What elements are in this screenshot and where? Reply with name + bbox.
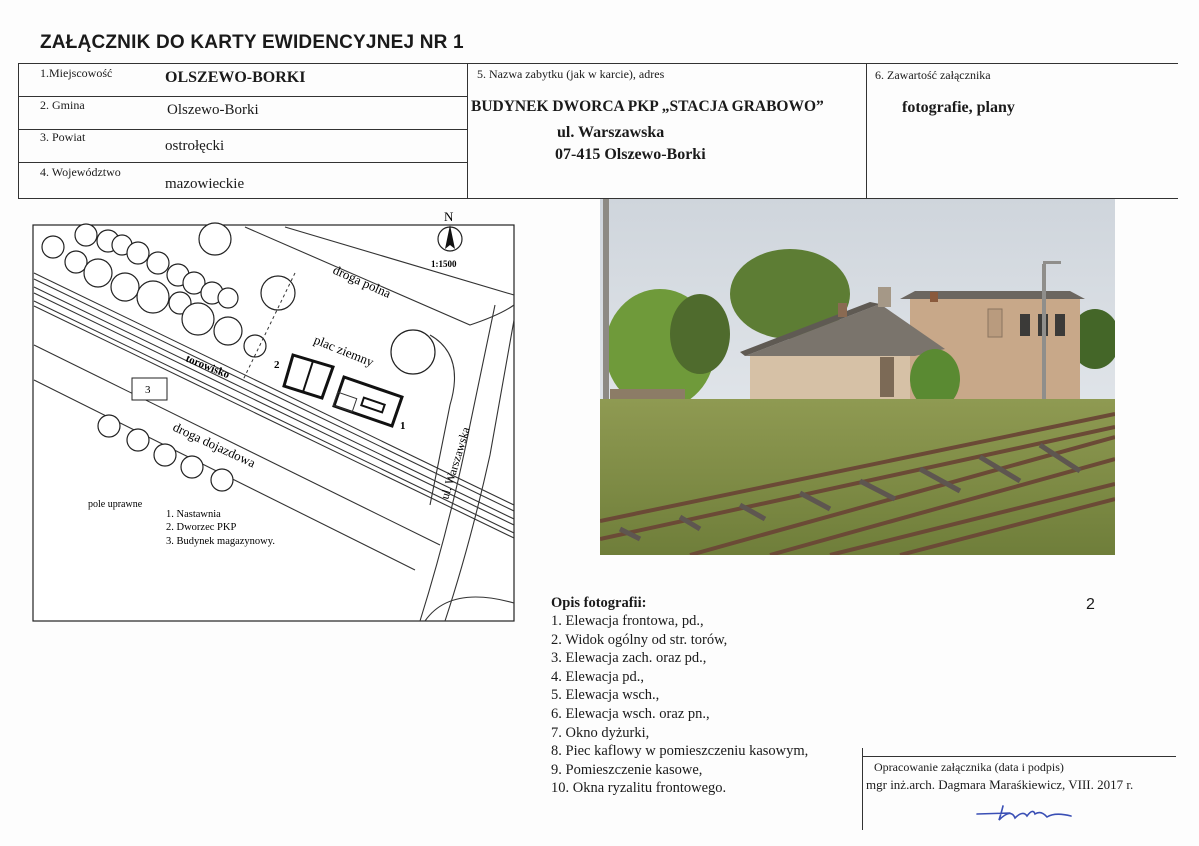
wojewodztwo-label: 4. Województwo [40, 165, 121, 179]
list-item: 10. Okna ryzalitu frontowego. [551, 780, 727, 797]
list-item: 8. Piec kaflowy w pomieszczeniu kasowym, [551, 743, 809, 760]
photo-lamp-pole [1042, 264, 1046, 399]
site-plan: N 1:1500 droga polna plac ziemny torowis… [32, 209, 515, 622]
powiat-value: ostrołęcki [165, 138, 225, 154]
list-item: 5. Elewacja wsch., [551, 687, 660, 704]
wojewodztwo-value: mazowieckie [165, 176, 245, 192]
row-divider-3 [18, 162, 468, 163]
label-1: 1 [400, 420, 406, 432]
footer-top-border [862, 756, 1176, 757]
nazwa-value: BUDYNEK DWORCA PKP „STACJA GRABOWO” [471, 98, 824, 115]
nazwa-label: 5. Nazwa zabytku (jak w karcie), adres [477, 67, 665, 81]
description-list: 1. Elewacja frontowa, pd., 2. Widok ogól… [551, 612, 808, 798]
signature-icon [976, 805, 1072, 821]
list-item: 6. Elewacja wsch. oraz pn., [551, 705, 710, 722]
zawartosc-label: 6. Zawartość załącznika [875, 68, 991, 82]
legend-item-1: 1. Nastawnia [166, 509, 221, 520]
photo-pole-left [603, 199, 609, 409]
page-title: ZAŁĄCZNIK DO KARTY EWIDENCYJNEJ NR 1 [40, 32, 464, 53]
scale-label: 1:1500 [431, 259, 457, 269]
list-item: 7. Okno dyżurki, [551, 724, 650, 741]
table-left-border [18, 63, 19, 199]
list-item: 4. Elewacja pd., [551, 668, 645, 685]
list-item: 2. Widok ogólny od str. torów, [551, 631, 728, 648]
miejscowosc-value: OLSZEWO-BORKI [165, 69, 306, 86]
label-2: 2 [274, 359, 280, 371]
fields-label: pole uprawne [88, 499, 143, 510]
legend-item-3: 3. Budynek magazynowy. [166, 536, 275, 547]
footer-left-border [862, 748, 863, 830]
address-line2: 07-415 Olszewo-Borki [555, 146, 706, 163]
footer-author: mgr inż.arch. Dagmara Maraśkiewicz, VIII… [866, 777, 1134, 792]
table-top-border [18, 63, 1178, 64]
address-line1: ul. Warszawska [557, 124, 665, 141]
gmina-value: Olszewo-Borki [167, 102, 259, 118]
north-label: N [444, 209, 454, 224]
page-number: 2 [1086, 596, 1095, 613]
description-heading: Opis fotografii: [551, 595, 647, 611]
table-divider-1 [467, 63, 468, 199]
table-divider-2 [866, 63, 867, 199]
powiat-label: 3. Powiat [40, 130, 86, 144]
station-photo [600, 199, 1115, 555]
list-item: 9. Pomieszczenie kasowe, [551, 761, 703, 778]
list-item: 1. Elewacja frontowa, pd., [551, 613, 704, 629]
list-item: 3. Elewacja zach. oraz pd., [551, 650, 707, 667]
legend-item-2: 2. Dworzec PKP [166, 522, 236, 533]
label-3: 3 [145, 384, 151, 396]
row-divider-2 [18, 129, 468, 130]
gmina-label: 2. Gmina [40, 98, 85, 112]
miejscowosc-label: 1.Miejscowość [40, 66, 113, 80]
footer-label: Opracowanie załącznika (data i podpis) [874, 760, 1064, 774]
zawartosc-value: fotografie, plany [902, 99, 1015, 116]
row-divider-1 [18, 96, 468, 97]
